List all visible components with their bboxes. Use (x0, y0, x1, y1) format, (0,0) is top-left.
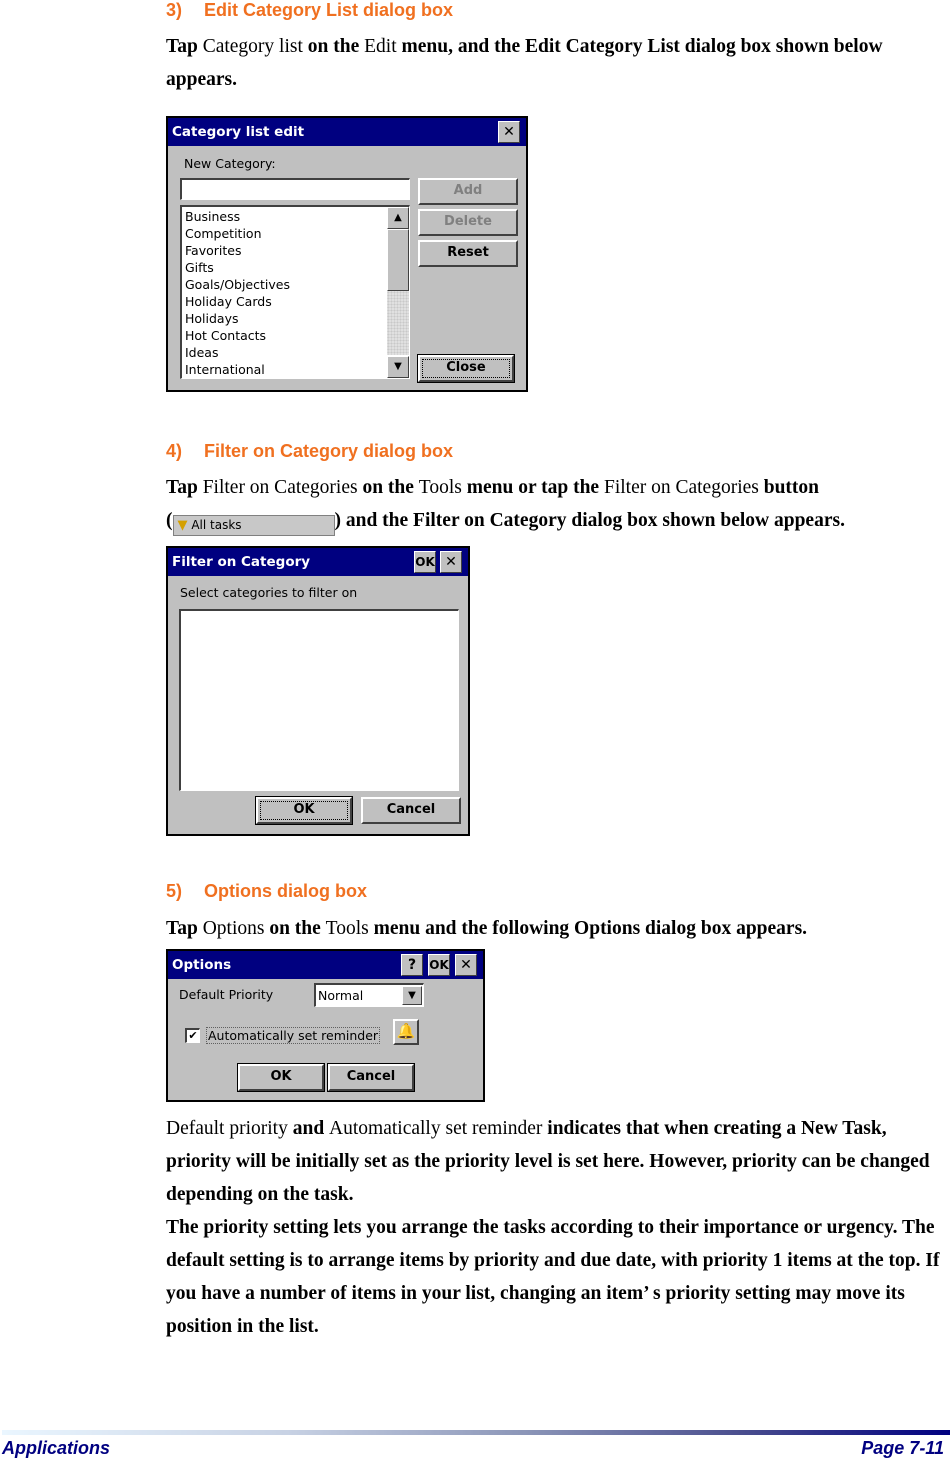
new-category-input[interactable] (180, 178, 410, 200)
footer-page-number: Page 7-11 (861, 1438, 944, 1458)
category-list-item[interactable]: Hot Contacts (182, 327, 387, 344)
options-description: Default priority and Automatically set r… (166, 1112, 946, 1343)
scrollbar-track[interactable] (387, 291, 409, 355)
filter-on-category-dialog: Filter on Category OK ✕ Select categorie… (166, 546, 470, 836)
footer-section-name: Applications (2, 1438, 111, 1458)
text-category-list: Category list (202, 36, 303, 57)
auto-reminder-label[interactable]: Automatically set reminder (206, 1027, 381, 1044)
category-list-item[interactable]: Holiday Cards (182, 293, 387, 310)
text-tools: Tools (418, 477, 462, 498)
text-tap: Tap (166, 918, 203, 939)
section-4-title: Filter on Category dialog box (204, 441, 454, 461)
bell-icon: 🔔 (396, 1022, 416, 1040)
section-3-heading: 3) Edit Category List dialog box (166, 0, 453, 21)
category-list-item[interactable]: Ideas (182, 344, 387, 361)
section-4-heading: 4) Filter on Category dialog box (166, 441, 453, 462)
text-description-2: The priority setting lets you arrange th… (166, 1217, 940, 1337)
section-3-title: Edit Category List dialog box (204, 0, 454, 20)
text-tap: Tap (166, 36, 203, 57)
all-tasks-label: All tasks (191, 518, 242, 532)
section-5-paragraph: Tap Options on the Tools menu and the fo… (166, 912, 946, 945)
section-3-paragraph: Tap Category list on the Edit menu, and … (166, 30, 946, 96)
close-button[interactable]: Close (417, 354, 515, 383)
section-3-number: 3) (166, 0, 183, 20)
category-listbox[interactable]: Business Competition Favorites Gifts Goals/O… (180, 205, 410, 379)
all-tasks-filter-button[interactable]: ▼ All tasks (172, 515, 335, 536)
titlebar-ok-button[interactable]: OK (414, 551, 436, 573)
text-tools: Tools (325, 918, 369, 939)
text-rest: ) and the Filter on Category dialog box … (334, 510, 845, 531)
category-checklist[interactable] (179, 609, 459, 791)
reminder-bell-button[interactable]: 🔔 (393, 1019, 419, 1045)
filter-funnel-icon: ▼ (177, 518, 188, 533)
default-priority-value: Normal (318, 988, 364, 1003)
close-icon[interactable]: ✕ (498, 121, 520, 143)
ok-button[interactable]: OK (255, 796, 353, 825)
titlebar-ok-button[interactable]: OK (428, 954, 450, 976)
category-list-item[interactable]: Holidays (182, 310, 387, 327)
section-4-paragraph: Tap Filter on Categories on the Tools me… (166, 471, 946, 537)
delete-button[interactable]: Delete (418, 209, 518, 236)
section-4-number: 4) (166, 441, 183, 461)
category-list-edit-dialog: Category list edit ✕ New Category: Add D… (166, 116, 528, 392)
text-button: button (758, 477, 820, 498)
cancel-button[interactable]: Cancel (327, 1063, 415, 1092)
text-auto-reminder: Automatically set reminder (329, 1118, 543, 1139)
text-on-the: on the (357, 477, 419, 498)
text-edit: Edit (364, 36, 397, 57)
text-options: Options (202, 918, 265, 939)
scrollbar-thumb[interactable] (387, 229, 409, 291)
close-icon[interactable]: ✕ (440, 551, 462, 573)
chevron-down-icon[interactable]: ▼ (402, 986, 422, 1005)
default-priority-label: Default Priority (179, 987, 274, 1002)
help-icon[interactable]: ? (401, 954, 423, 976)
category-list-item[interactable]: Goals/Objectives (182, 276, 387, 293)
new-category-label: New Category: (184, 156, 276, 171)
scroll-down-icon[interactable]: ▼ (387, 356, 409, 378)
text-filter-on-categories-2: Filter on Categories (603, 477, 759, 498)
footer-divider (2, 1430, 950, 1435)
text-rest: menu and the following Options dialog bo… (368, 918, 808, 939)
category-list-item[interactable]: Gifts (182, 259, 387, 276)
instruction-label: Select categories to filter on (180, 585, 358, 600)
dialog-title: Filter on Category (172, 554, 311, 570)
section-5-title: Options dialog box (204, 881, 367, 901)
auto-reminder-checkbox[interactable]: ✔ (185, 1028, 200, 1043)
cancel-button[interactable]: Cancel (361, 797, 461, 824)
text-tap: Tap (166, 477, 203, 498)
text-on-the: on the (264, 918, 326, 939)
close-icon[interactable]: ✕ (455, 954, 477, 976)
section-5-heading: 5) Options dialog box (166, 881, 367, 902)
section-5-number: 5) (166, 881, 183, 901)
dialog-title: Category list edit (172, 124, 305, 140)
default-priority-dropdown[interactable]: Normal ▼ (314, 983, 424, 1007)
text-filter-on-categories: Filter on Categories (202, 477, 358, 498)
dialog-titlebar: Category list edit (168, 118, 526, 146)
add-button[interactable]: Add (418, 178, 518, 205)
text-default-priority: Default priority (166, 1118, 288, 1139)
text-and: and (287, 1118, 330, 1139)
dialog-title: Options (172, 957, 232, 973)
options-dialog: Options ? OK ✕ Default Priority Normal ▼… (166, 949, 485, 1102)
scroll-up-icon[interactable]: ▲ (387, 207, 409, 229)
reset-button[interactable]: Reset (418, 240, 518, 267)
category-list-item[interactable]: Favorites (182, 242, 387, 259)
category-list: Business Competition Favorites Gifts Goals/O… (182, 208, 387, 378)
category-list-item[interactable]: Business (182, 208, 387, 225)
category-list-item[interactable]: Competition (182, 225, 387, 242)
category-list-item[interactable]: International (182, 361, 387, 378)
text-menu-or-tap: menu or tap the (461, 477, 604, 498)
ok-button[interactable]: OK (237, 1063, 325, 1092)
text-on-the: on the (302, 36, 365, 57)
